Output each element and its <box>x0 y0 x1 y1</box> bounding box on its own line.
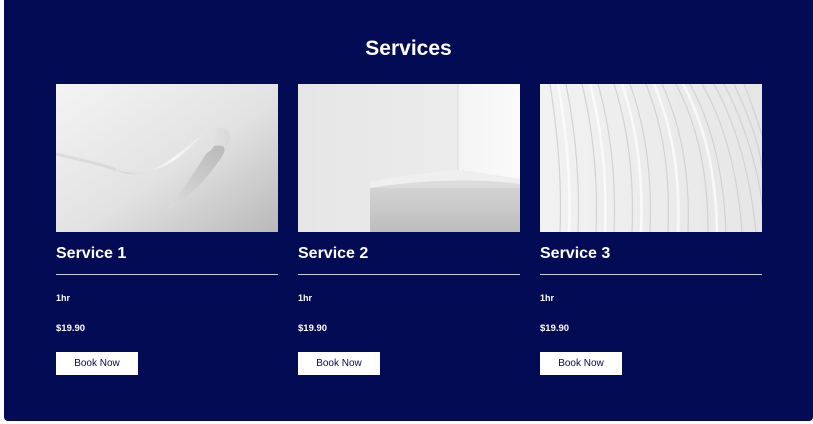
services-section: Services Service 1 1hr $19.90 Book Now S… <box>4 0 813 421</box>
service-1-divider <box>56 274 278 275</box>
service-1-book-button[interactable]: Book Now <box>56 352 138 375</box>
service-3-book-button[interactable]: Book Now <box>540 352 622 375</box>
service-2-duration: 1hr <box>298 293 313 303</box>
service-card-2: Service 2 1hr $19.90 Book Now <box>298 84 520 384</box>
service-3-duration: 1hr <box>540 293 555 303</box>
service-2-book-button[interactable]: Book Now <box>298 352 380 375</box>
service-2-image[interactable] <box>298 84 520 232</box>
service-3-divider <box>540 274 762 275</box>
service-2-title[interactable]: Service 2 <box>298 244 368 264</box>
service-1-price: $19.90 <box>56 323 86 334</box>
service-3-image[interactable] <box>540 84 762 232</box>
section-title: Services <box>365 37 452 60</box>
service-1-title[interactable]: Service 1 <box>56 244 126 264</box>
service-3-title[interactable]: Service 3 <box>540 244 610 264</box>
service-3-price: $19.90 <box>540 323 570 334</box>
service-2-price: $19.90 <box>298 323 328 334</box>
service-1-image[interactable] <box>56 84 278 232</box>
service-card-3: Service 3 1hr $19.90 Book Now <box>540 84 762 384</box>
service-2-divider <box>298 274 520 275</box>
service-card-1: Service 1 1hr $19.90 Book Now <box>56 84 278 384</box>
service-1-duration: 1hr <box>56 293 71 303</box>
